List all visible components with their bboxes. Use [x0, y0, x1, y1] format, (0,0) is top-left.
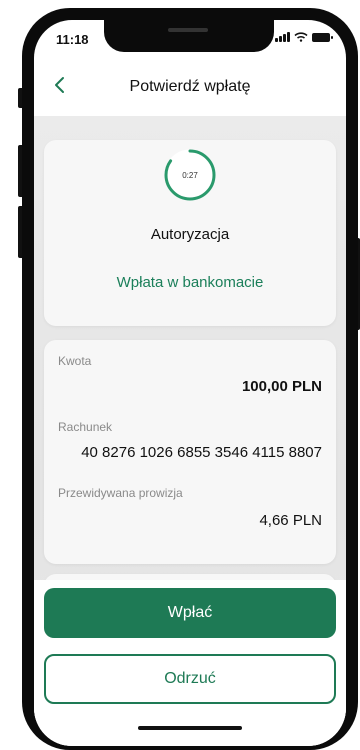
countdown-timer: 0:27: [163, 148, 217, 202]
commission-value: 4,66 PLN: [259, 512, 322, 529]
header: Potwierdź wpłatę: [34, 56, 346, 116]
battery-icon: [312, 32, 333, 42]
authorization-subtitle: Wpłata w bankomacie: [116, 274, 264, 291]
account-label: Rachunek: [58, 420, 113, 434]
account-value: 40 8276 1026 6855 3546 4115 8807: [81, 444, 322, 461]
status-bar: 11:18: [34, 20, 346, 56]
wifi-icon: [294, 32, 308, 42]
timer-label: 0:27: [182, 170, 198, 180]
action-panel: Wpłać Odrzuć: [34, 580, 346, 746]
speaker: [168, 28, 208, 32]
confirm-deposit-button[interactable]: Wpłać: [44, 588, 336, 638]
home-indicator: [138, 726, 242, 730]
status-icons: [275, 32, 333, 42]
notch: [104, 20, 274, 52]
phone-screen: 11:18 Potwierdź wpłatę 0:27 Autoryzacja …: [34, 20, 346, 746]
amount-value: 100,00 PLN: [241, 378, 322, 395]
status-time: 11:18: [56, 32, 89, 47]
signal-icon: [275, 32, 290, 42]
page-title: Potwierdź wpłatę: [129, 78, 251, 95]
commission-label: Przewidywana prowizja: [58, 486, 183, 500]
phone-frame: 11:18 Potwierdź wpłatę 0:27 Autoryzacja …: [22, 8, 358, 750]
amount-label: Kwota: [58, 354, 92, 368]
authorization-card: 0:27 Autoryzacja Wpłata w bankomacie: [44, 140, 336, 326]
authorization-title: Autoryzacja: [150, 226, 230, 243]
reject-button[interactable]: Odrzuć: [44, 654, 336, 704]
details-card: Kwota 100,00 PLN Rachunek 40 8276 1026 6…: [44, 340, 336, 564]
